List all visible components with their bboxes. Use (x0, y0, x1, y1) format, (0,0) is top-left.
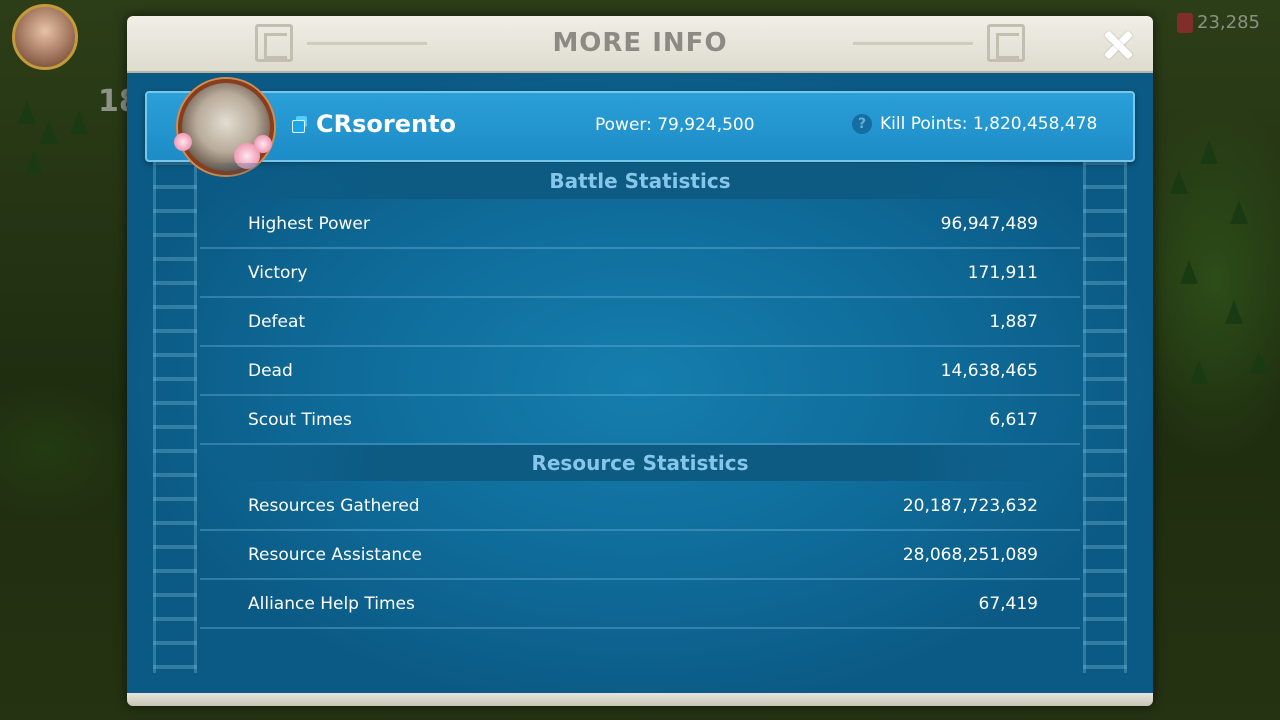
stat-value: 6,617 (989, 410, 1038, 430)
hud-player-avatar[interactable] (12, 4, 78, 70)
stat-label: Dead (248, 361, 293, 381)
stat-label: Resource Assistance (248, 545, 422, 565)
stat-label: Victory (248, 263, 308, 283)
tree-decoration (1250, 350, 1268, 374)
tree-decoration (40, 120, 58, 144)
stat-value: 171,911 (967, 263, 1038, 283)
stat-row-scout-times: Scout Times 6,617 (200, 396, 1080, 445)
tree-decoration (1200, 140, 1218, 164)
side-meander-pattern (153, 93, 197, 673)
tree-decoration (25, 150, 43, 174)
stat-value: 28,068,251,089 (902, 545, 1038, 565)
battle-statistics-header: Battle Statistics (200, 163, 1080, 199)
tree-decoration (1170, 170, 1188, 194)
side-meander-pattern (1083, 93, 1127, 673)
player-name: CRsorento (316, 110, 457, 138)
stat-row-victory: Victory 171,911 (200, 249, 1080, 298)
flower-decoration (174, 133, 192, 151)
stat-row-highest-power: Highest Power 96,947,489 (200, 200, 1080, 249)
stat-label: Highest Power (248, 214, 370, 234)
stat-row-dead: Dead 14,638,465 (200, 347, 1080, 396)
help-icon[interactable]: ? (852, 114, 872, 134)
stat-value: 67,419 (978, 594, 1038, 614)
stat-row-resources-gathered: Resources Gathered 20,187,723,632 (200, 482, 1080, 531)
stat-label: Defeat (248, 312, 306, 332)
stat-value: 14,638,465 (940, 361, 1038, 381)
player-avatar[interactable] (174, 79, 274, 175)
stat-value: 1,887 (989, 312, 1038, 332)
stat-row-defeat: Defeat 1,887 (200, 298, 1080, 347)
stat-label: Resources Gathered (248, 496, 420, 516)
player-name-group[interactable]: CRsorento (292, 110, 456, 138)
stat-value: 20,187,723,632 (902, 496, 1038, 516)
gem-icon (1177, 12, 1194, 33)
stat-row-alliance-help-times: Alliance Help Times 67,419 (200, 580, 1080, 629)
close-icon[interactable] (1099, 26, 1137, 64)
stat-label: Scout Times (248, 410, 352, 430)
dialog-title: MORE INFO (552, 28, 728, 58)
kill-points: Kill Points: 1,820,458,478 (880, 114, 1098, 134)
tree-decoration (1225, 300, 1243, 324)
tree-decoration (18, 100, 36, 124)
copy-icon[interactable] (292, 116, 308, 133)
resource-statistics-header: Resource Statistics (200, 445, 1080, 481)
hud-gems[interactable]: 23,285 (1177, 12, 1260, 33)
dialog-footer (127, 693, 1153, 706)
kill-points-group: ? Kill Points: 1,820,458,478 (852, 114, 1097, 134)
stat-row-resource-assistance: Resource Assistance 28,068,251,089 (200, 531, 1080, 580)
stat-value: 96,947,489 (940, 214, 1038, 234)
tree-decoration (1230, 200, 1248, 224)
dialog-header: MORE INFO (127, 16, 1153, 73)
hud-gems-value: 23,285 (1197, 12, 1260, 33)
tree-decoration (70, 110, 88, 134)
stat-label: Alliance Help Times (248, 594, 415, 614)
tree-decoration (1190, 360, 1208, 384)
flower-decoration (254, 135, 272, 153)
player-power: Power: 79,924,500 (595, 115, 755, 135)
tree-decoration (1180, 260, 1198, 284)
